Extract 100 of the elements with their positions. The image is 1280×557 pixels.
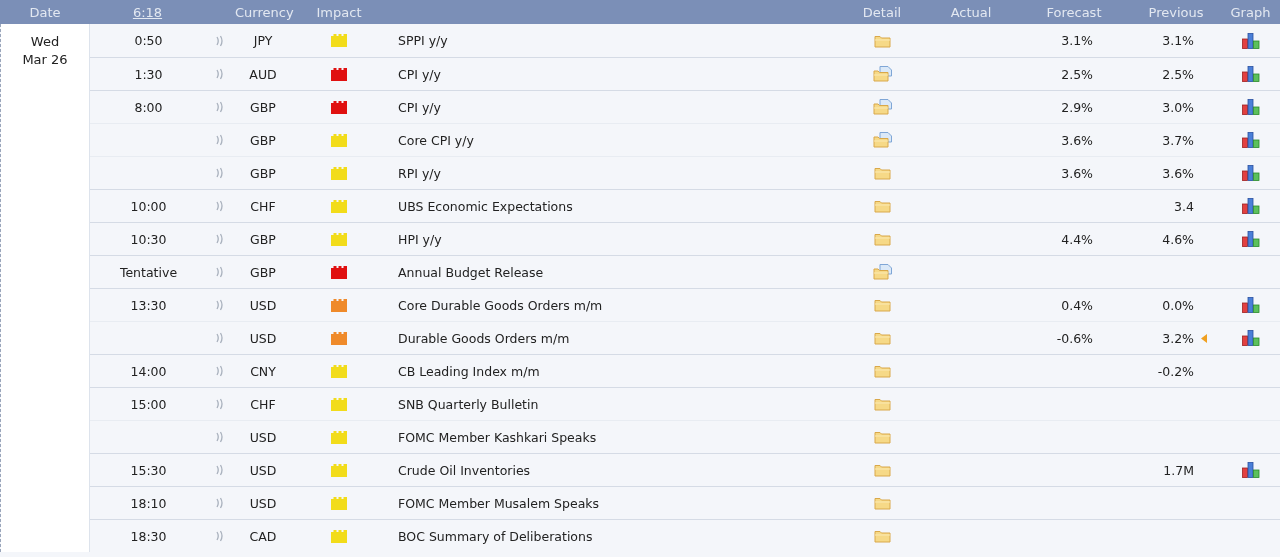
column-header: Date bbox=[28, 4, 62, 20]
previous-value: 3.0% bbox=[1162, 99, 1194, 115]
event-time: 0:50 bbox=[134, 33, 163, 48]
event-name[interactable]: Core Durable Goods Orders m/m bbox=[398, 297, 603, 313]
column-header: Previous bbox=[1147, 4, 1205, 20]
folder-document-icon[interactable] bbox=[872, 132, 892, 148]
column-header: Detail bbox=[861, 4, 903, 20]
bar-chart-icon[interactable] bbox=[1241, 66, 1260, 82]
bar-chart-icon[interactable] bbox=[1241, 330, 1260, 346]
folder-icon[interactable] bbox=[873, 463, 891, 477]
column-header: Forecast bbox=[1045, 4, 1103, 20]
previous-value: 3.1% bbox=[1162, 33, 1194, 48]
event-name[interactable]: Annual Budget Release bbox=[398, 264, 544, 280]
currency: USD bbox=[249, 297, 277, 313]
sound-icon[interactable] bbox=[216, 200, 224, 212]
event-name[interactable]: Core CPI y/y bbox=[398, 132, 474, 148]
event-name[interactable]: CB Leading Index m/m bbox=[398, 363, 540, 379]
sound-icon[interactable] bbox=[216, 431, 224, 443]
folder-icon[interactable] bbox=[873, 529, 891, 543]
currency: AUD bbox=[249, 66, 277, 82]
forecast-value: -0.6% bbox=[1056, 330, 1093, 346]
folder-icon[interactable] bbox=[873, 430, 891, 444]
previous-value: 3.2% bbox=[1162, 330, 1194, 346]
event-name[interactable]: CPI y/y bbox=[398, 66, 441, 82]
event-time: 13:30 bbox=[130, 297, 167, 313]
previous-value: 2.5% bbox=[1162, 66, 1194, 82]
forecast-value: 4.4% bbox=[1061, 231, 1093, 247]
currency: USD bbox=[249, 495, 277, 511]
event-name[interactable]: BOC Summary of Deliberations bbox=[398, 528, 593, 544]
event-name[interactable]: UBS Economic Expectations bbox=[398, 198, 573, 214]
folder-icon[interactable] bbox=[873, 298, 891, 312]
previous-value: -0.2% bbox=[1157, 363, 1194, 379]
bar-chart-icon[interactable] bbox=[1241, 132, 1260, 148]
folder-icon[interactable] bbox=[873, 496, 891, 510]
currency: GBP bbox=[250, 99, 276, 115]
sound-icon[interactable] bbox=[216, 34, 224, 47]
event-name[interactable]: CPI y/y bbox=[398, 99, 441, 115]
bar-chart-icon[interactable] bbox=[1241, 32, 1260, 49]
event-name[interactable]: Durable Goods Orders m/m bbox=[398, 330, 570, 346]
sound-icon[interactable] bbox=[216, 464, 224, 476]
column-header: Currency bbox=[235, 4, 291, 20]
event-name[interactable]: SNB Quarterly Bulletin bbox=[398, 396, 539, 412]
folder-icon[interactable] bbox=[873, 166, 891, 180]
forecast-value: 3.1% bbox=[1061, 33, 1093, 48]
sound-icon[interactable] bbox=[216, 68, 224, 80]
column-header: Actual bbox=[949, 4, 993, 20]
currency: CAD bbox=[249, 528, 277, 544]
currency: GBP bbox=[250, 165, 276, 181]
currency: GBP bbox=[250, 231, 276, 247]
folder-icon[interactable] bbox=[873, 397, 891, 411]
sound-icon[interactable] bbox=[216, 233, 224, 245]
event-name[interactable]: FOMC Member Kashkari Speaks bbox=[398, 429, 597, 445]
forecast-value: 0.4% bbox=[1061, 297, 1093, 313]
currency: CNY bbox=[250, 363, 276, 379]
folder-icon[interactable] bbox=[873, 33, 891, 48]
folder-document-icon[interactable] bbox=[872, 66, 892, 82]
folder-icon[interactable] bbox=[873, 331, 891, 345]
event-name[interactable]: RPI y/y bbox=[398, 165, 441, 181]
event-time: 1:30 bbox=[134, 66, 163, 82]
bar-chart-icon[interactable] bbox=[1241, 99, 1260, 115]
sound-icon[interactable] bbox=[216, 332, 224, 344]
event-time: 18:30 bbox=[130, 528, 167, 544]
bar-chart-icon[interactable] bbox=[1241, 462, 1260, 478]
sound-icon[interactable] bbox=[216, 134, 224, 146]
currency: GBP bbox=[250, 264, 276, 280]
currency: USD bbox=[249, 330, 277, 346]
column-header: Graph bbox=[1229, 4, 1272, 20]
currency: USD bbox=[249, 429, 277, 445]
sound-icon[interactable] bbox=[216, 101, 224, 113]
sound-icon[interactable] bbox=[216, 530, 224, 542]
sound-icon[interactable] bbox=[216, 167, 224, 179]
bar-chart-icon[interactable] bbox=[1241, 231, 1260, 247]
forecast-value: 2.5% bbox=[1061, 66, 1093, 82]
previous-value: 0.0% bbox=[1162, 297, 1194, 313]
event-time: 15:00 bbox=[130, 396, 167, 412]
forecast-value: 3.6% bbox=[1061, 165, 1093, 181]
sound-icon[interactable] bbox=[216, 497, 224, 509]
event-time: 18:10 bbox=[130, 495, 167, 511]
event-time: 14:00 bbox=[130, 363, 167, 379]
sound-icon[interactable] bbox=[216, 398, 224, 410]
bar-chart-icon[interactable] bbox=[1241, 198, 1260, 214]
sound-icon[interactable] bbox=[216, 266, 224, 278]
event-name[interactable]: SPPI y/y bbox=[398, 33, 448, 48]
date-label: Wed bbox=[30, 33, 60, 51]
folder-icon[interactable] bbox=[873, 199, 891, 213]
event-name[interactable]: Crude Oil Inventories bbox=[398, 462, 531, 478]
sound-icon[interactable] bbox=[216, 299, 224, 311]
forecast-value: 3.6% bbox=[1061, 132, 1093, 148]
event-name[interactable]: FOMC Member Musalem Speaks bbox=[398, 495, 600, 511]
folder-document-icon[interactable] bbox=[872, 99, 892, 115]
sound-icon[interactable] bbox=[216, 365, 224, 377]
column-header: Impact bbox=[315, 4, 363, 20]
folder-document-icon[interactable] bbox=[872, 264, 892, 280]
folder-icon[interactable] bbox=[873, 364, 891, 378]
event-name[interactable]: HPI y/y bbox=[398, 231, 442, 247]
folder-icon[interactable] bbox=[873, 232, 891, 246]
bar-chart-icon[interactable] bbox=[1241, 297, 1260, 313]
currency: JPY bbox=[253, 33, 273, 48]
date-label: Mar 26 bbox=[22, 51, 68, 69]
bar-chart-icon[interactable] bbox=[1241, 165, 1260, 181]
